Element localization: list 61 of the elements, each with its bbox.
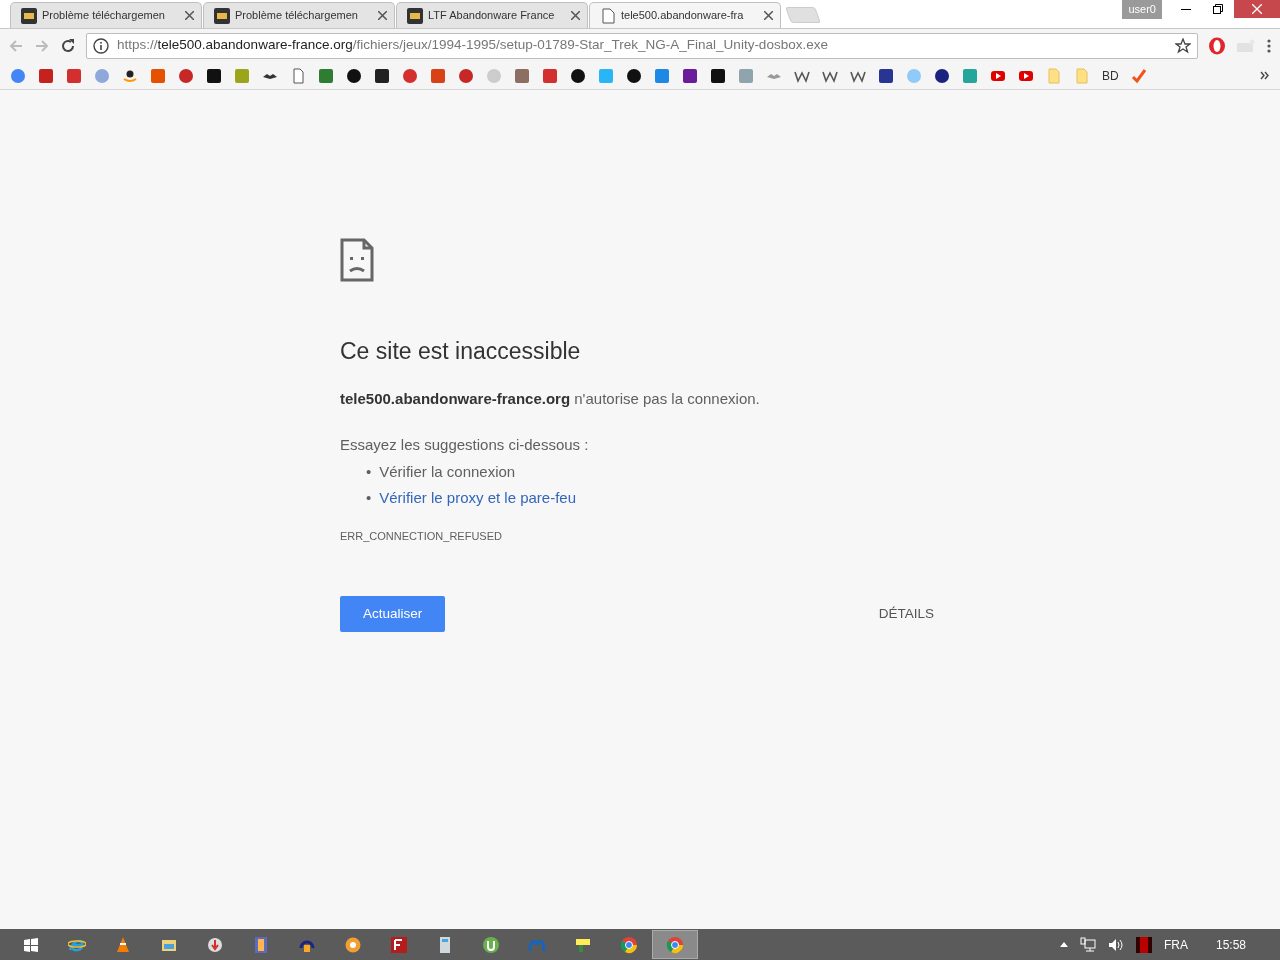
bookmark-icon[interactable] <box>710 67 726 84</box>
tab-title: Problème téléchargemen <box>42 8 166 24</box>
browser-tab[interactable]: LTF Abandonware France <box>396 2 588 28</box>
download-icon <box>206 935 224 954</box>
reload-icon[interactable] <box>60 37 76 54</box>
torrent-icon <box>482 935 500 954</box>
info-icon <box>93 37 109 54</box>
site-icon <box>407 7 423 24</box>
restore-icon <box>1213 4 1223 14</box>
error-heading: Ce site est inaccessible <box>340 338 582 366</box>
windows-icon <box>24 937 38 952</box>
cone-icon <box>114 935 132 954</box>
app-tray-icon[interactable] <box>1135 936 1152 953</box>
page-icon <box>600 7 616 24</box>
site-icon <box>21 7 37 24</box>
site-icon <box>214 7 230 24</box>
details-button[interactable]: DÉTAILS <box>872 603 940 626</box>
bookmark-icon[interactable] <box>570 67 586 84</box>
app-icon <box>344 935 362 954</box>
chevron-up-icon[interactable] <box>1059 942 1068 947</box>
opera-icon[interactable] <box>1208 36 1226 55</box>
bullet: • <box>366 461 372 482</box>
tab-title: tele500.abandonware-fra <box>621 8 745 24</box>
bookmark-icon[interactable] <box>626 67 642 84</box>
error-code: ERR_CONNECTION_REFUSED <box>340 528 503 544</box>
suggestion-text: Vérifier la connexion <box>379 461 516 482</box>
ftp-icon <box>390 935 408 954</box>
url-text: https://tele500.abandonware-france.org/fichiers/jeux/1994-1995/setup-01789-Star_Trek_NG-A_Final_Unity-dosbox.exe <box>117 36 829 55</box>
bookmark-icon[interactable] <box>346 67 362 84</box>
close-icon <box>1252 4 1262 14</box>
error-message: tele500.abandonware-france.org n'autorise pas la connexion. <box>340 388 761 409</box>
chrome-icon <box>666 935 684 954</box>
close-icon[interactable] <box>378 11 387 20</box>
star-icon[interactable] <box>1175 37 1191 54</box>
bookmark-icon[interactable] <box>206 67 222 84</box>
browser-tab[interactable]: Problème téléchargemen <box>10 2 202 28</box>
bookmark-icon[interactable] <box>878 67 894 84</box>
close-icon[interactable] <box>185 11 194 20</box>
suggestion-link[interactable]: Vérifier le proxy et le pare-feu <box>379 487 577 510</box>
tab-title: Problème téléchargemen <box>235 8 359 24</box>
chrome-icon <box>620 935 638 954</box>
tab-title: LTF Abandonware France <box>428 8 556 24</box>
clock[interactable]: 15:58 <box>1215 935 1246 954</box>
bookmark[interactable]: BD <box>1102 66 1119 85</box>
bookmark-icon[interactable] <box>374 67 390 84</box>
bookmark-icon[interactable] <box>934 67 950 84</box>
network-icon[interactable] <box>1079 936 1096 953</box>
chevron-right-icon[interactable] <box>1260 71 1270 80</box>
browser-tab[interactable]: tele500.abandonware-fra <box>589 2 781 28</box>
menu-icon[interactable] <box>1266 37 1272 54</box>
close-icon[interactable] <box>764 11 773 20</box>
bookmark-icon[interactable] <box>682 67 698 84</box>
reload-button[interactable]: Actualiser <box>340 596 446 633</box>
suggestions-intro: Essayez les suggestions ci-dessous : <box>340 435 590 456</box>
close-button[interactable] <box>1234 0 1280 18</box>
browser-tab[interactable]: Problème téléchargemen <box>203 2 395 28</box>
close-icon[interactable] <box>571 11 580 20</box>
bullet: • <box>366 488 372 509</box>
sad-page-icon <box>340 238 374 282</box>
language-indicator[interactable]: FRA <box>1163 935 1188 954</box>
address-bar[interactable]: https://tele500.abandonware-france.org/fichiers/jeux/1994-1995/setup-01789-Star_Trek_NG-A_Final_Unity-dosbox.exe <box>86 32 1198 59</box>
